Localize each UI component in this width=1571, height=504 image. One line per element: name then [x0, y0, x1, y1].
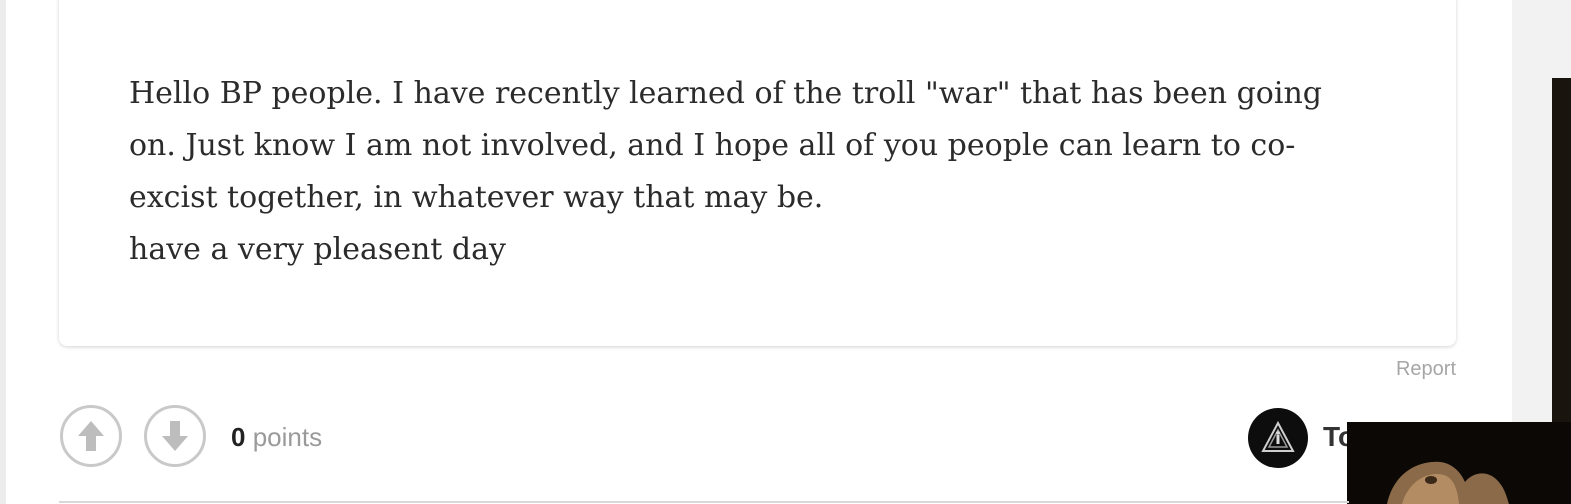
floating-video-player[interactable]: [1347, 422, 1571, 504]
post-body-line: Hello BP people. I have recently learned…: [129, 76, 1322, 111]
vote-count: 0: [231, 422, 246, 452]
author-avatar[interactable]: [1248, 408, 1308, 468]
post-card: Hello BP people. I have recently learned…: [59, 0, 1456, 346]
upvote-button[interactable]: [60, 405, 122, 467]
post-body-line: excist together, in whatever way that ma…: [129, 180, 824, 215]
vote-unit: points: [252, 422, 323, 452]
downvote-button[interactable]: [144, 405, 206, 467]
post-body: Hello BP people. I have recently learned…: [129, 68, 1369, 276]
vote-score: 0 points: [231, 422, 322, 452]
post-body-line: have a very pleasent day: [129, 232, 506, 267]
triangle-emblem-icon: [1261, 420, 1295, 452]
arrow-down-icon: [162, 421, 188, 451]
section-divider: [59, 501, 1349, 503]
post-body-line: on. Just know I am not involved, and I h…: [129, 128, 1296, 163]
arrow-up-icon: [78, 421, 104, 451]
video-thumbnail: [1347, 422, 1571, 504]
report-link[interactable]: Report: [1396, 356, 1456, 382]
